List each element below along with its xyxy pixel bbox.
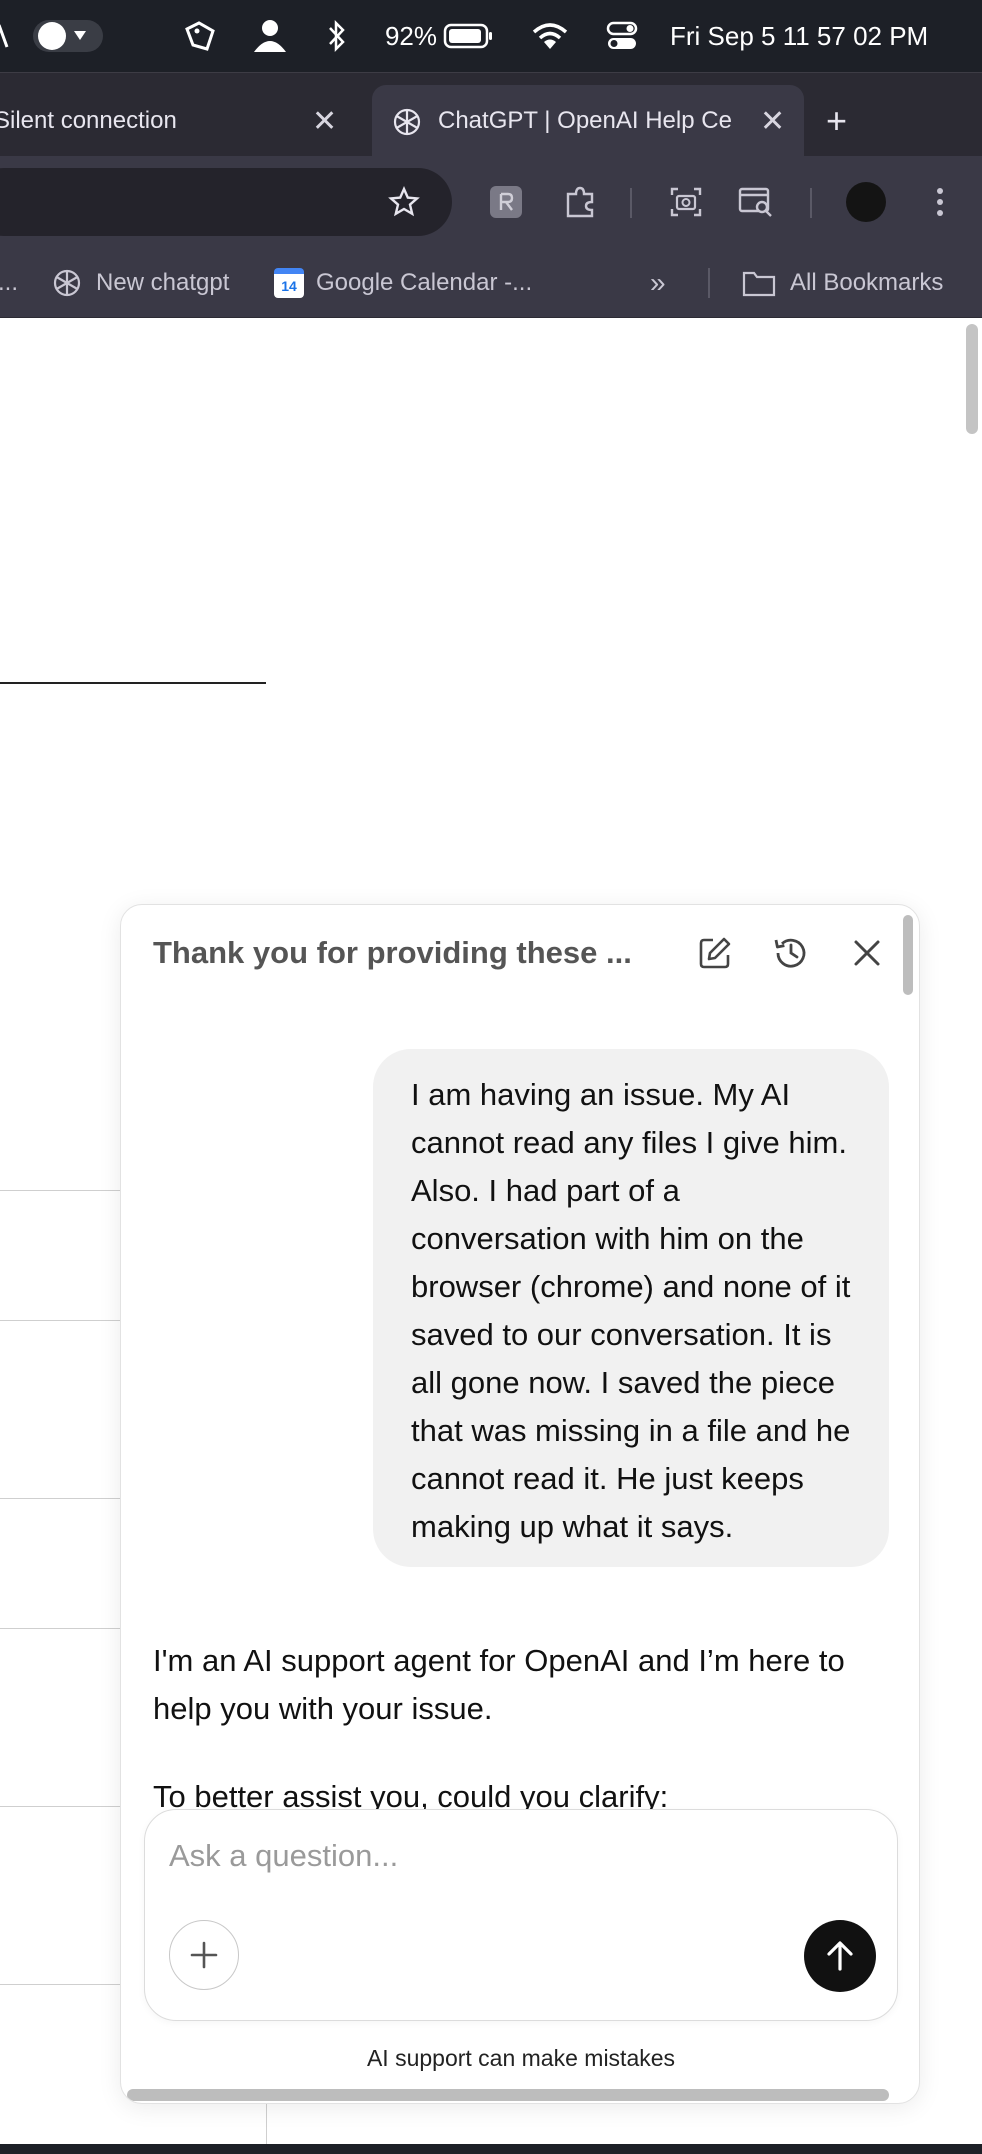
bookmark-label: Google Calendar -... [316,269,533,296]
message-composer [144,1809,898,2021]
calendar-day: 14 [281,278,297,294]
tab-chatgpt-help[interactable]: ChatGPT | OpenAI Help Ce ✕ [372,85,804,157]
new-tab-button[interactable]: + [826,85,866,157]
wifi-icon[interactable] [530,0,570,72]
bookmarks-divider [708,268,710,298]
battery-icon[interactable] [442,0,496,72]
calendar-icon: 14 [274,268,304,298]
battery-percent: 92% [384,20,438,51]
chat-title: Thank you for providing these ... [153,935,632,970]
section-underline [0,682,266,684]
openai-logo-icon [392,107,422,144]
menu-bar: 92% Fri Sep 5 11 57 02 PM [0,0,982,72]
column-divider [266,2100,267,2144]
assistant-reply-paragraph: I'm an AI support agent for OpenAI and I… [153,1643,845,1726]
row-divider [0,1984,120,1985]
tab-silent-connection[interactable]: Silent connection ✕ [0,85,354,157]
extensions-puzzle-icon[interactable] [562,184,598,220]
toolbar-divider [810,188,812,218]
close-tab-icon[interactable]: ✕ [312,104,337,139]
bookmark-google-calendar[interactable]: 14 Google Calendar -... [274,248,532,318]
dock-edge [0,2144,982,2154]
clock: Fri Sep 5 11 57 02 PM [670,20,929,51]
address-bar[interactable] [0,168,452,236]
tab-title: Silent connection [0,107,177,134]
chat-scrollbar[interactable] [903,915,913,995]
folder-icon [742,269,776,297]
bookmark-label: New chatgpt [96,269,230,296]
extension-r-icon[interactable] [488,184,524,220]
bookmarks-bar: ... New chatgpt 14 Google Calendar -... … [0,248,982,318]
page-scrollbar[interactable] [966,324,978,434]
more-bookmarks-chevron-icon[interactable]: » [650,248,666,318]
all-bookmarks-folder[interactable]: All Bookmarks [742,248,943,318]
arrow-up-icon [827,1941,853,1971]
app-icon-partial[interactable] [0,0,16,72]
row-divider [0,1320,120,1321]
all-bookmarks-label: All Bookmarks [790,269,944,296]
disclaimer-text: AI support can make mistakes [366,2045,676,2071]
browser-toolbar [0,156,982,248]
focus-dropdown-icon[interactable] [30,0,106,72]
close-tab-icon[interactable]: ✕ [760,104,785,139]
control-center-icon[interactable] [604,0,640,72]
bookmark-new-chatgpt[interactable]: New chatgpt [52,248,229,318]
bookmark-truncated[interactable]: ... [0,248,18,318]
bluetooth-icon[interactable] [322,0,352,72]
toolbar-divider [630,188,632,218]
search-tab-icon[interactable] [738,184,774,220]
question-input[interactable] [169,1826,869,1886]
close-icon[interactable] [847,933,887,973]
horizontal-scrollbar[interactable] [127,2089,889,2101]
tag-icon[interactable] [180,0,220,72]
plus-icon [190,1941,218,1969]
user-icon[interactable] [248,0,292,72]
history-icon[interactable] [771,933,811,973]
row-divider [0,1190,120,1191]
row-divider [0,1628,120,1629]
screenshot-camera-icon[interactable] [668,184,704,220]
tab-strip: Silent connection ✕ ChatGPT | OpenAI Hel… [0,72,982,157]
new-chat-edit-icon[interactable] [695,933,735,973]
profile-avatar[interactable] [846,182,886,222]
openai-logo-icon [52,268,82,298]
more-menu-icon[interactable] [922,184,958,220]
attach-button[interactable] [169,1920,239,1990]
user-message: I am having an issue. My AI cannot read … [373,1049,889,1567]
row-divider [0,1806,120,1807]
bookmark-star-icon[interactable] [386,184,422,220]
support-chat-widget: Thank you for providing these ... I am h… [120,904,920,2104]
row-divider [0,1498,120,1499]
tab-title: ChatGPT | OpenAI Help Ce [438,107,732,134]
send-button[interactable] [804,1920,876,1992]
